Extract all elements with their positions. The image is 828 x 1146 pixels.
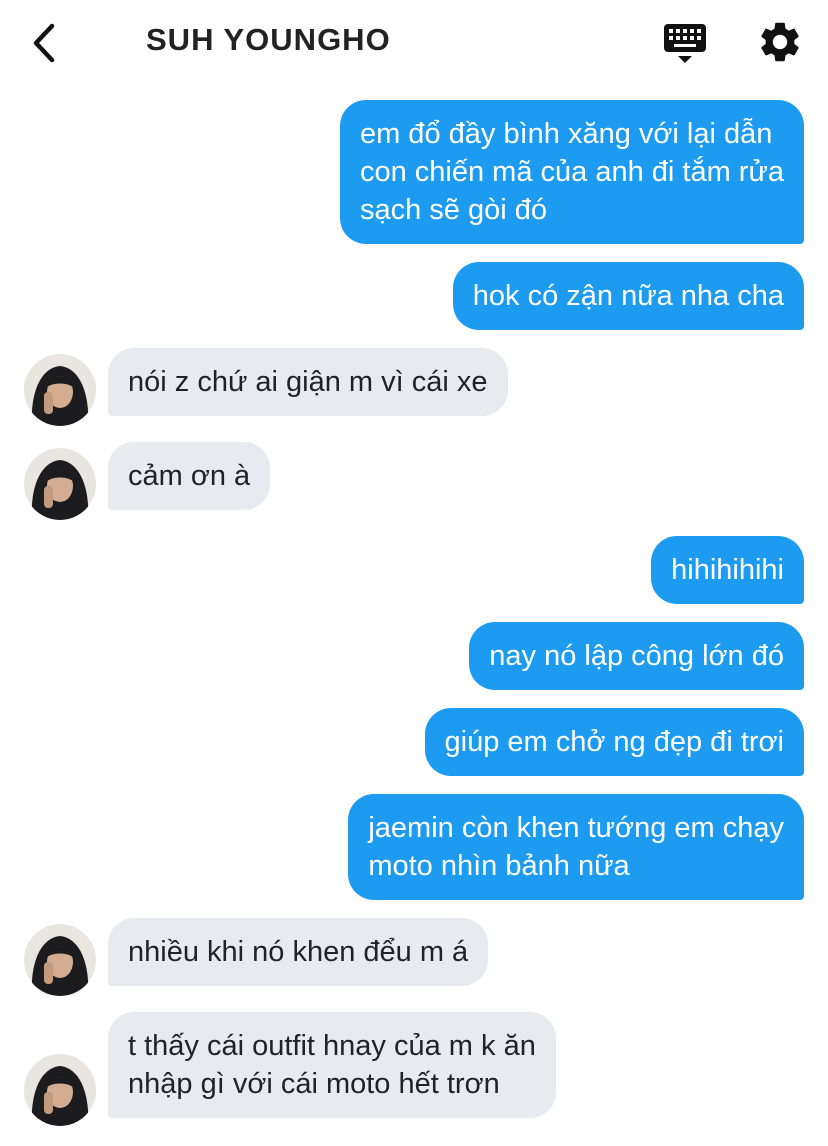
profile-photo (24, 448, 96, 520)
avatar[interactable] (24, 924, 96, 996)
avatar[interactable] (24, 354, 96, 426)
outgoing-message[interactable]: hihihihihi (651, 536, 804, 604)
avatar[interactable] (24, 1054, 96, 1126)
gear-icon (761, 22, 799, 62)
avatar[interactable] (24, 448, 96, 520)
settings-button[interactable] (756, 18, 804, 66)
outgoing-message[interactable]: giúp em chở ng đẹp đi trơi (424, 708, 804, 776)
chat-header: SUH YOUNGHO (0, 0, 828, 88)
keyboard-icon (664, 24, 706, 63)
outgoing-message[interactable]: hok có zận nữa nha cha (452, 262, 804, 330)
incoming-message[interactable]: nói z chứ ai giận m vì cái xe (108, 348, 508, 416)
outgoing-message[interactable]: nay nó lập công lớn đó (469, 622, 804, 690)
incoming-message[interactable]: nhiều khi nó khen đểu m á (108, 918, 489, 986)
profile-photo (24, 924, 96, 996)
profile-photo (24, 1054, 96, 1126)
incoming-message[interactable]: cảm ơn à (108, 442, 271, 510)
incoming-message[interactable]: t thấy cái outfit hnay của m k ăn nhập g… (108, 1012, 556, 1118)
conversation-title: SUH YOUNGHO (146, 22, 391, 57)
keyboard-toggle-button[interactable] (660, 20, 710, 68)
outgoing-message[interactable]: jaemin còn khen tướng em chạy moto nhìn … (348, 794, 804, 900)
outgoing-message[interactable]: em đổ đầy bình xăng với lại dẫn con chiế… (339, 100, 804, 244)
back-button[interactable] (22, 18, 66, 68)
chevron-left-icon (33, 23, 55, 63)
profile-photo (24, 354, 96, 426)
